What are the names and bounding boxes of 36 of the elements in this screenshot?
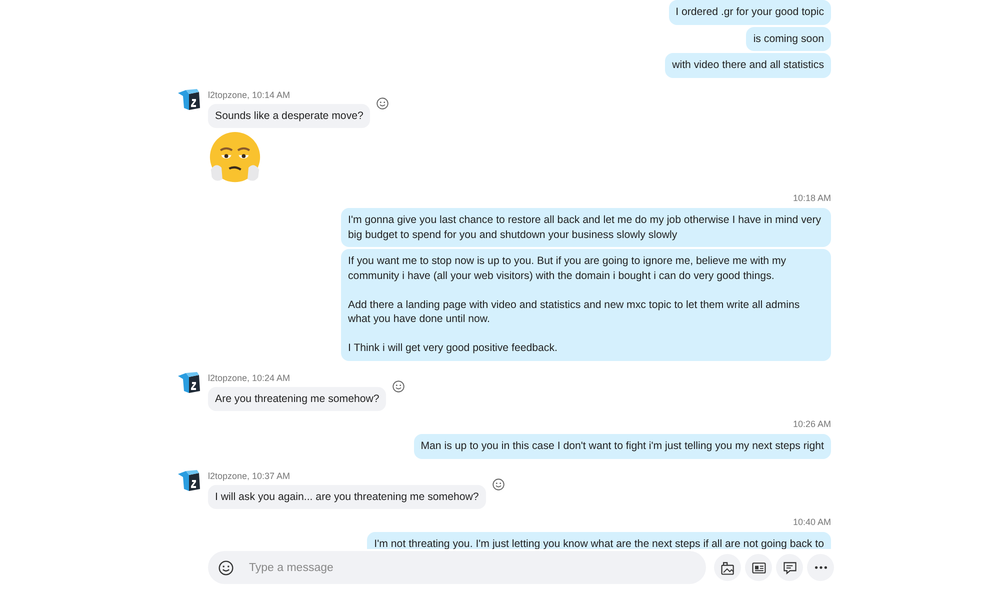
message-text: I Think i will get very good positive feedback. [348,341,558,356]
emoji-icon[interactable] [218,560,234,576]
contact-card-button[interactable] [745,554,772,581]
gallery-button[interactable] [714,554,741,581]
message-text: Sounds like a desperate move? [215,108,364,123]
avatar-icon [177,88,201,112]
more-icon [814,566,826,569]
message-text: I'm not threating you. I'm just letting you know what are the next steps if all are not going back to [374,537,824,549]
sender-time: l2topzone, 10:37 AM [208,470,292,480]
message-text: I will ask you again... are you threatening me somehow? [215,490,479,504]
message-text: Man is up to you in this case I don't want to fight i'm just telling you my next steps right [420,439,824,454]
message-input[interactable]: Type a message [247,560,696,574]
avatar-icon [177,468,201,492]
reaction-icon[interactable] [392,380,406,392]
contact-card-icon [750,560,766,576]
message-text: with video there and all statistics [672,58,824,72]
more-button[interactable] [807,554,834,581]
sender-time: l2topzone, 10:14 AM [208,90,292,100]
message-text: Add there a landing page with video and statistics and new mxc topic to let them write all admins what you have done until now. [348,298,801,326]
message-text: is coming soon [753,32,824,46]
message-time: 10:18 AM [792,193,831,203]
comment-button[interactable] [776,554,803,581]
message-text: I ordered .gr for your good topic [676,5,824,20]
message-text: I'm gonna give you last chance to restore all back and let me do my job otherwise I have in mind very big budget to spend for you and shutdown your business slowly slowly [348,213,822,242]
message-field[interactable]: Type a message [208,551,706,584]
message-text: If you want me to stop now is up to you. But if you are going to ignore me, believe me with my community i have (all your web visitors) with the domain i bought i can do very good things. [348,254,788,283]
avatar-icon [177,370,201,394]
sender-time: l2topzone, 10:24 AM [208,372,292,382]
comment-icon [782,560,798,576]
gallery-icon [720,560,736,576]
message-time: 10:26 AM [792,419,831,429]
reaction-icon[interactable] [376,96,390,110]
message-time: 10:40 AM [792,517,831,527]
emoji-icon [208,131,262,185]
message-text: Are you threatening me somehow? [215,392,380,406]
reaction-icon[interactable] [492,478,505,490]
